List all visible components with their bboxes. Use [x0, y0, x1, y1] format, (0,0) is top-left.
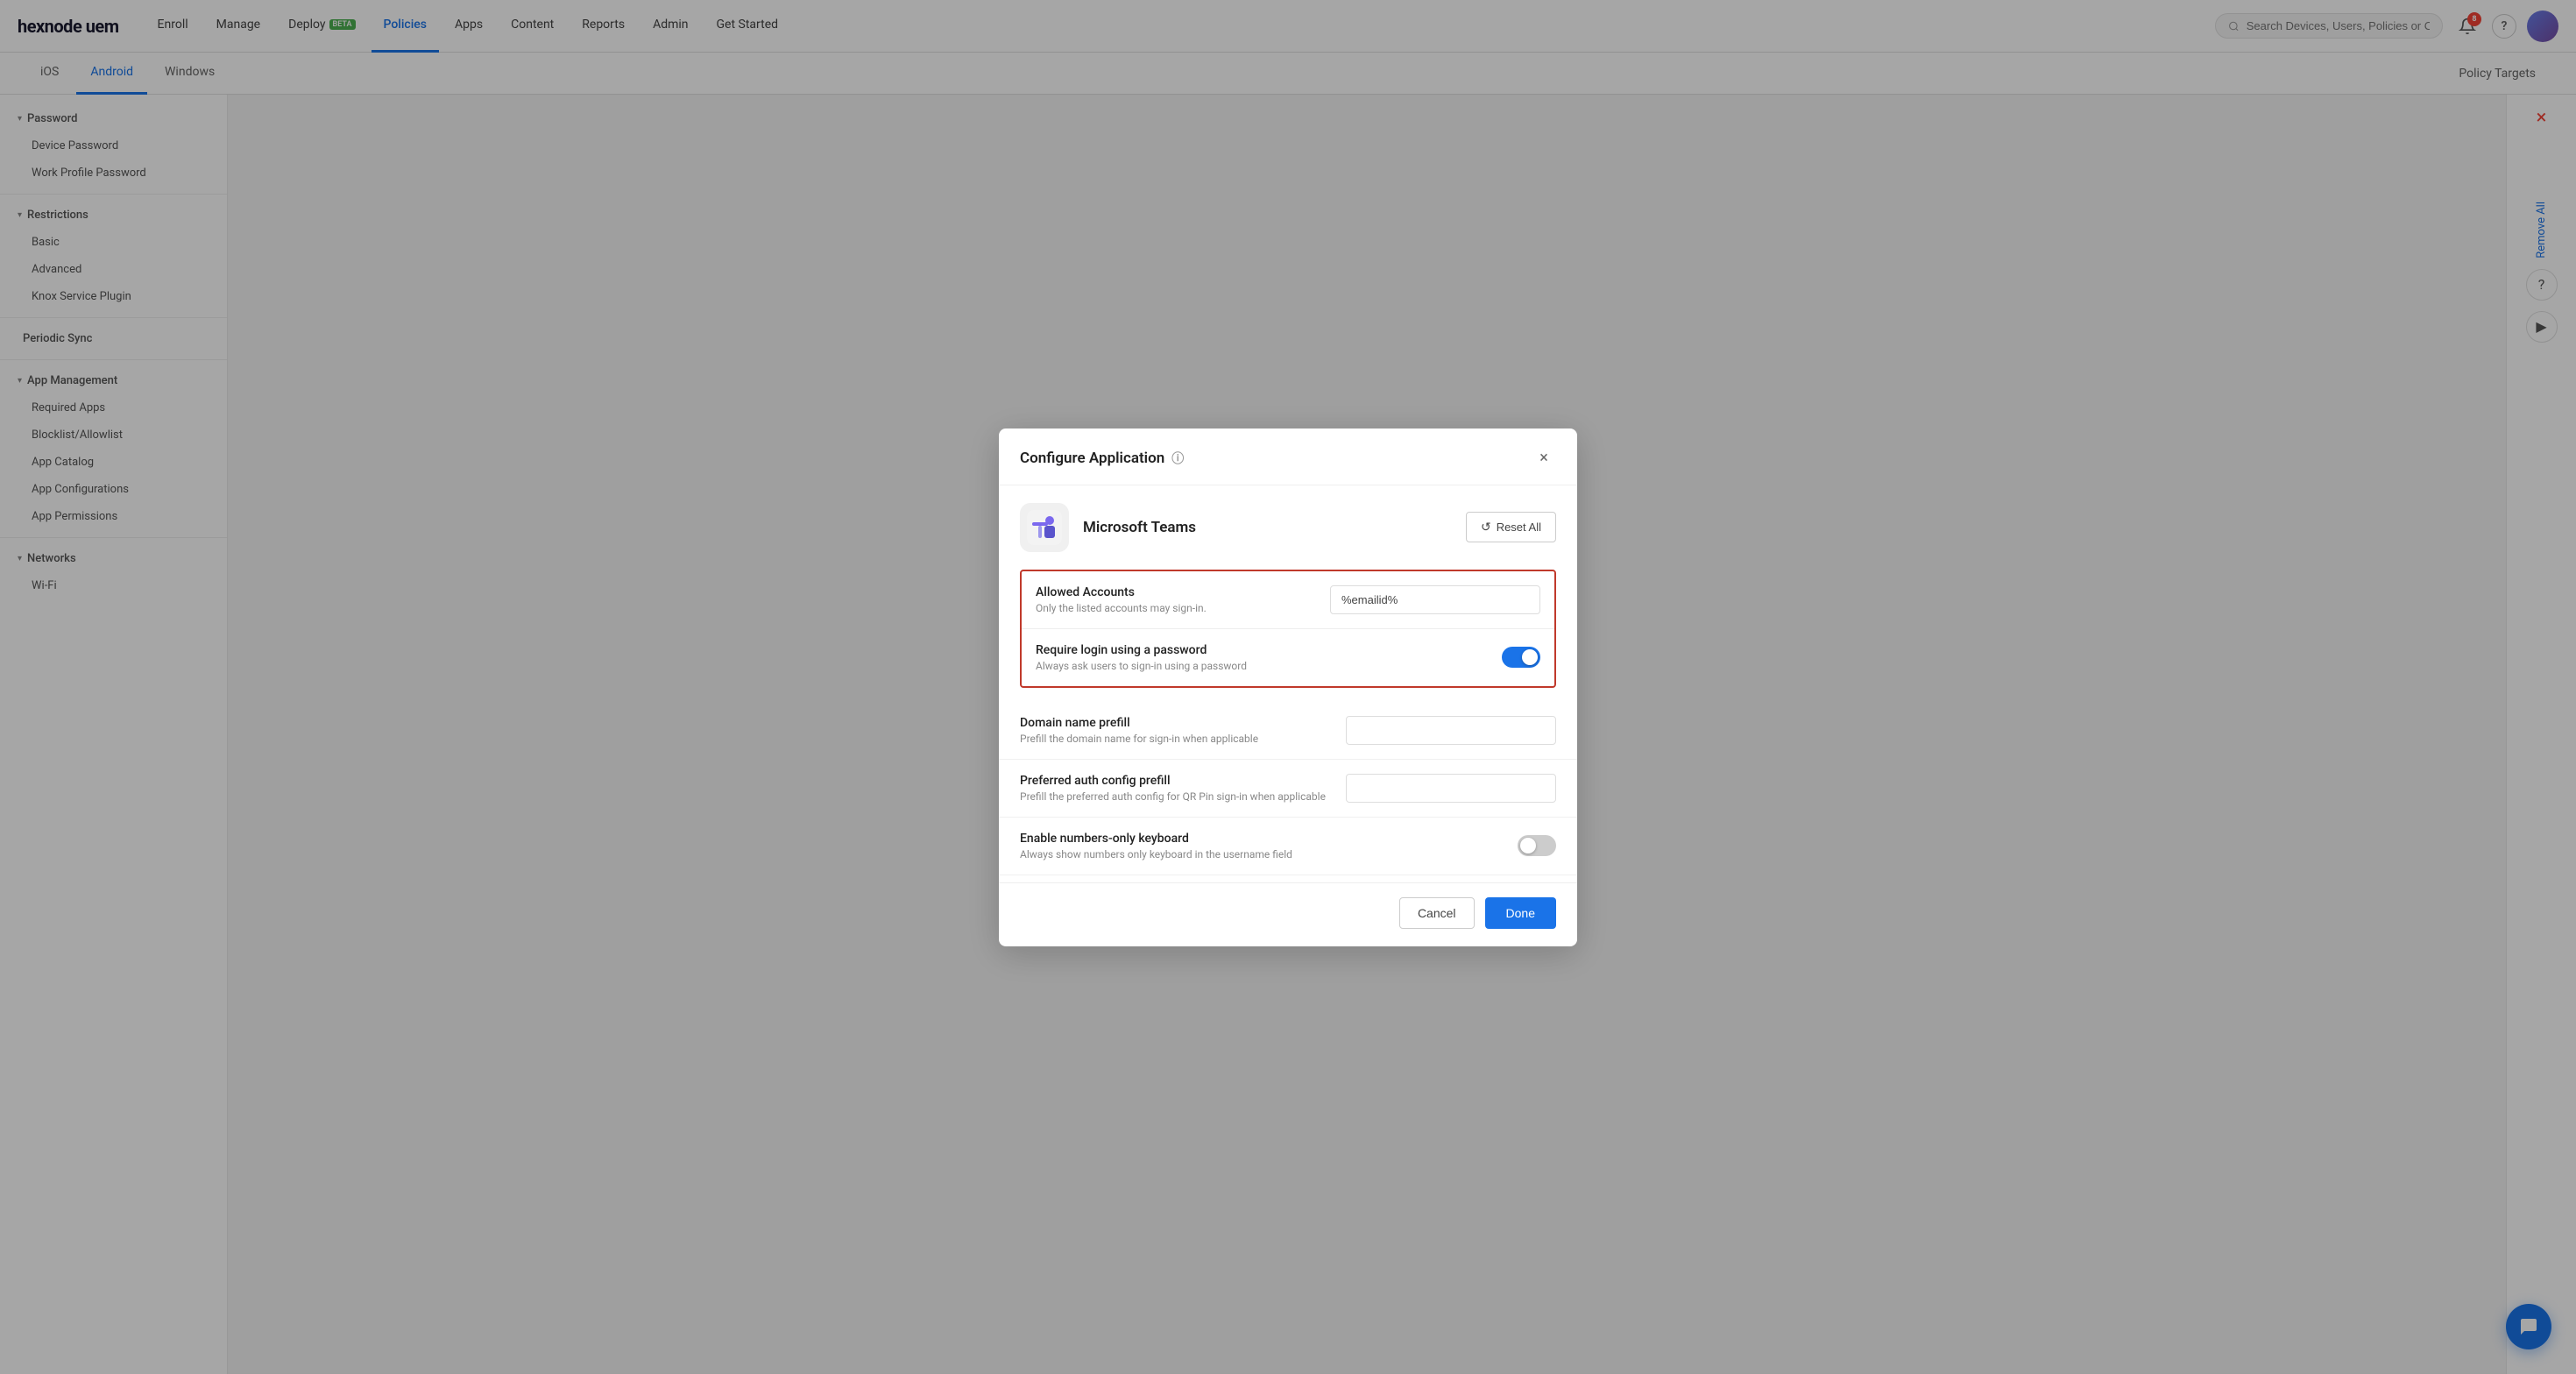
- configure-application-modal: Configure Application ⓘ ×: [999, 428, 1577, 946]
- numbers-keyboard-toggle[interactable]: [1518, 835, 1556, 856]
- domain-name-row: Domain name prefill Prefill the domain n…: [999, 702, 1577, 760]
- toggle-thumb: [1522, 649, 1538, 665]
- preferred-auth-label-group: Preferred auth config prefill Prefill th…: [1020, 774, 1326, 803]
- modal-title: Configure Application ⓘ: [1020, 450, 1184, 467]
- domain-name-input[interactable]: [1346, 716, 1556, 745]
- require-login-row: Require login using a password Always as…: [1022, 629, 1554, 686]
- allowed-accounts-label: Allowed Accounts: [1036, 585, 1207, 599]
- reset-icon: ↺: [1481, 520, 1491, 535]
- allowed-accounts-desc: Only the listed accounts may sign-in.: [1036, 602, 1207, 614]
- toggle-thumb-off: [1520, 838, 1536, 853]
- info-icon: ⓘ: [1171, 450, 1184, 467]
- reset-all-button[interactable]: ↺ Reset All: [1466, 512, 1556, 542]
- require-login-desc: Always ask users to sign-in using a pass…: [1036, 660, 1247, 672]
- app-icon: [1020, 503, 1069, 552]
- modal-close-button[interactable]: ×: [1532, 446, 1556, 471]
- app-info: Microsoft Teams: [1020, 503, 1196, 552]
- app-header: Microsoft Teams ↺ Reset All: [999, 485, 1577, 570]
- toggle-track-off: [1518, 835, 1556, 856]
- require-login-label-group: Require login using a password Always as…: [1036, 643, 1247, 672]
- modal-header: Configure Application ⓘ ×: [999, 428, 1577, 485]
- allowed-accounts-input[interactable]: [1330, 585, 1540, 614]
- domain-name-label: Domain name prefill: [1020, 716, 1258, 730]
- numbers-keyboard-label: Enable numbers-only keyboard: [1020, 832, 1292, 846]
- require-login-toggle[interactable]: [1502, 647, 1540, 668]
- highlighted-config-section: Allowed Accounts Only the listed account…: [1020, 570, 1556, 688]
- allowed-accounts-label-group: Allowed Accounts Only the listed account…: [1036, 585, 1207, 614]
- done-button[interactable]: Done: [1485, 897, 1556, 929]
- preferred-auth-row: Preferred auth config prefill Prefill th…: [999, 760, 1577, 818]
- numbers-keyboard-label-group: Enable numbers-only keyboard Always show…: [1020, 832, 1292, 861]
- preferred-auth-input[interactable]: [1346, 774, 1556, 803]
- toggle-track: [1502, 647, 1540, 668]
- preferred-auth-desc: Prefill the preferred auth config for QR…: [1020, 790, 1326, 803]
- numbers-keyboard-row: Enable numbers-only keyboard Always show…: [999, 818, 1577, 875]
- modal-overlay: Configure Application ⓘ ×: [0, 0, 2576, 1374]
- allowed-accounts-row: Allowed Accounts Only the listed account…: [1022, 571, 1554, 629]
- domain-name-label-group: Domain name prefill Prefill the domain n…: [1020, 716, 1258, 745]
- app-name: Microsoft Teams: [1083, 519, 1196, 536]
- preferred-auth-label: Preferred auth config prefill: [1020, 774, 1326, 788]
- numbers-keyboard-desc: Always show numbers only keyboard in the…: [1020, 848, 1292, 861]
- teams-logo: [1027, 510, 1062, 545]
- domain-name-desc: Prefill the domain name for sign-in when…: [1020, 733, 1258, 745]
- cancel-button[interactable]: Cancel: [1399, 897, 1475, 929]
- require-login-label: Require login using a password: [1036, 643, 1247, 657]
- modal-footer: Cancel Done: [999, 882, 1577, 946]
